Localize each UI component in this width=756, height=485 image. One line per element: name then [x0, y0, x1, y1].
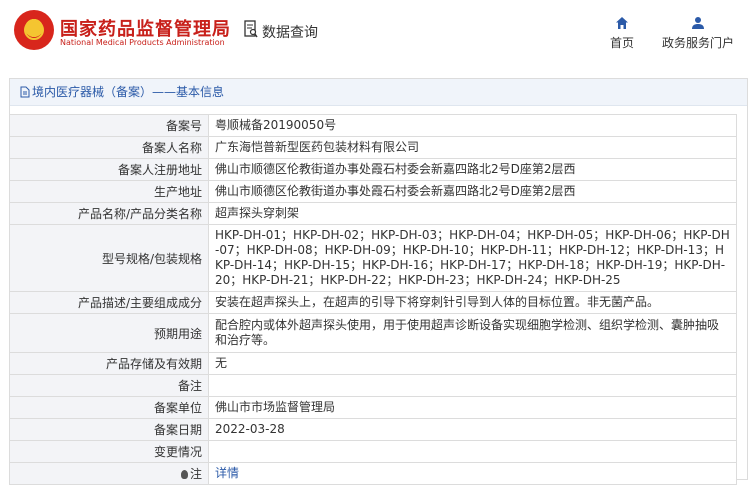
- table-row: 预期用途 配合腔内或体外超声探头使用，用于使用超声诊断设备实现细胞学检测、组织学检…: [9, 313, 737, 353]
- row-key: 产品描述/主要组成成分: [9, 291, 209, 314]
- row-key: 备案号: [9, 114, 209, 137]
- row-value: 广东海恺普新型医药包装材料有限公司: [208, 136, 737, 159]
- table-row: 产品名称/产品分类名称 超声探头穿刺架: [9, 202, 737, 225]
- home-icon: [616, 17, 628, 29]
- nav-home[interactable]: 首页: [604, 16, 640, 51]
- breadcrumb: 境内医疗器械（备案）——基本信息: [10, 79, 747, 106]
- row-key: 产品存储及有效期: [9, 352, 209, 375]
- row-key: 备案人注册地址: [9, 158, 209, 181]
- note-label: 注: [189, 467, 202, 481]
- row-value: 详情: [208, 462, 737, 485]
- table-row: 生产地址 佛山市顺德区伦教街道办事处霞石村委会新嘉四路北2号D座第2层西: [9, 180, 737, 203]
- row-value: HKP-DH-01；HKP-DH-02；HKP-DH-03；HKP-DH-04；…: [208, 224, 737, 292]
- table-row: 产品描述/主要组成成分 安装在超声探头上，在超声的引导下将穿刺针引导到人体的目标位…: [9, 291, 737, 314]
- row-key: 生产地址: [9, 180, 209, 203]
- row-value: [208, 440, 737, 463]
- row-key: 产品名称/产品分类名称: [9, 202, 209, 225]
- row-key: 型号规格/包装规格: [9, 224, 209, 292]
- row-key: 备注: [9, 374, 209, 397]
- row-value: 无: [208, 352, 737, 375]
- table-row: 型号规格/包装规格 HKP-DH-01；HKP-DH-02；HKP-DH-03；H…: [9, 224, 737, 292]
- row-value: 2022-03-28: [208, 418, 737, 441]
- info-table: 备案号 粤顺械备20190050号 备案人名称 广东海恺普新型医药包装材料有限公司 …: [9, 114, 737, 485]
- row-key: 注: [9, 462, 209, 485]
- table-row: 变更情况: [9, 440, 737, 463]
- table-row: 备案单位 佛山市市场监督管理局: [9, 396, 737, 419]
- row-key: 变更情况: [9, 440, 209, 463]
- row-value: 配合腔内或体外超声探头使用，用于使用超声诊断设备实现细胞学检测、组织学检测、囊肿…: [208, 313, 737, 353]
- row-key: 预期用途: [9, 313, 209, 353]
- row-value: [208, 374, 737, 397]
- row-value: 超声探头穿刺架: [208, 202, 737, 225]
- table-row: 注 详情: [9, 462, 737, 485]
- table-row: 备注: [9, 374, 737, 397]
- lightbulb-icon: [180, 470, 188, 479]
- row-value: 安装在超声探头上，在超声的引导下将穿刺针引导到人体的目标位置。非无菌产品。: [208, 291, 737, 314]
- national-emblem-logo: [14, 10, 54, 50]
- row-key: 备案单位: [9, 396, 209, 419]
- table-row: 产品存储及有效期无: [9, 352, 737, 375]
- document-icon: [20, 86, 30, 98]
- row-value: 佛山市顺德区伦教街道办事处霞石村委会新嘉四路北2号D座第2层西: [208, 180, 737, 203]
- table-row: 备案号 粤顺械备20190050号: [9, 114, 737, 137]
- row-value: 粤顺械备20190050号: [208, 114, 737, 137]
- page-title: 数据查询: [262, 25, 318, 41]
- row-key: 备案人名称: [9, 136, 209, 159]
- table-row: 备案人名称 广东海恺普新型医药包装材料有限公司: [9, 136, 737, 159]
- row-value: 佛山市顺德区伦教街道办事处霞石村委会新嘉四路北2号D座第2层西: [208, 158, 737, 181]
- nav-portal-label: 政务服务门户: [661, 36, 734, 50]
- table-row: 备案日期 2022-03-28: [9, 418, 737, 441]
- nav-home-label: 首页: [609, 36, 634, 50]
- document-search-icon: [244, 20, 258, 38]
- table-row: 备案人注册地址 佛山市顺德区伦教街道办事处霞石村委会新嘉四路北2号D座第2层西: [9, 158, 737, 181]
- row-key: 备案日期: [9, 418, 209, 441]
- breadcrumb-text: 境内医疗器械（备案）——基本信息: [32, 85, 225, 99]
- row-value: 佛山市市场监督管理局: [208, 396, 737, 419]
- details-link[interactable]: 详情: [215, 466, 239, 480]
- nav-service-portal[interactable]: 政务服务门户: [660, 16, 736, 51]
- site-header: 国家药品监督管理局 National Medical Products Admi…: [0, 0, 756, 64]
- brand-title-en: National Medical Products Administration: [60, 38, 225, 47]
- user-icon: [692, 17, 704, 29]
